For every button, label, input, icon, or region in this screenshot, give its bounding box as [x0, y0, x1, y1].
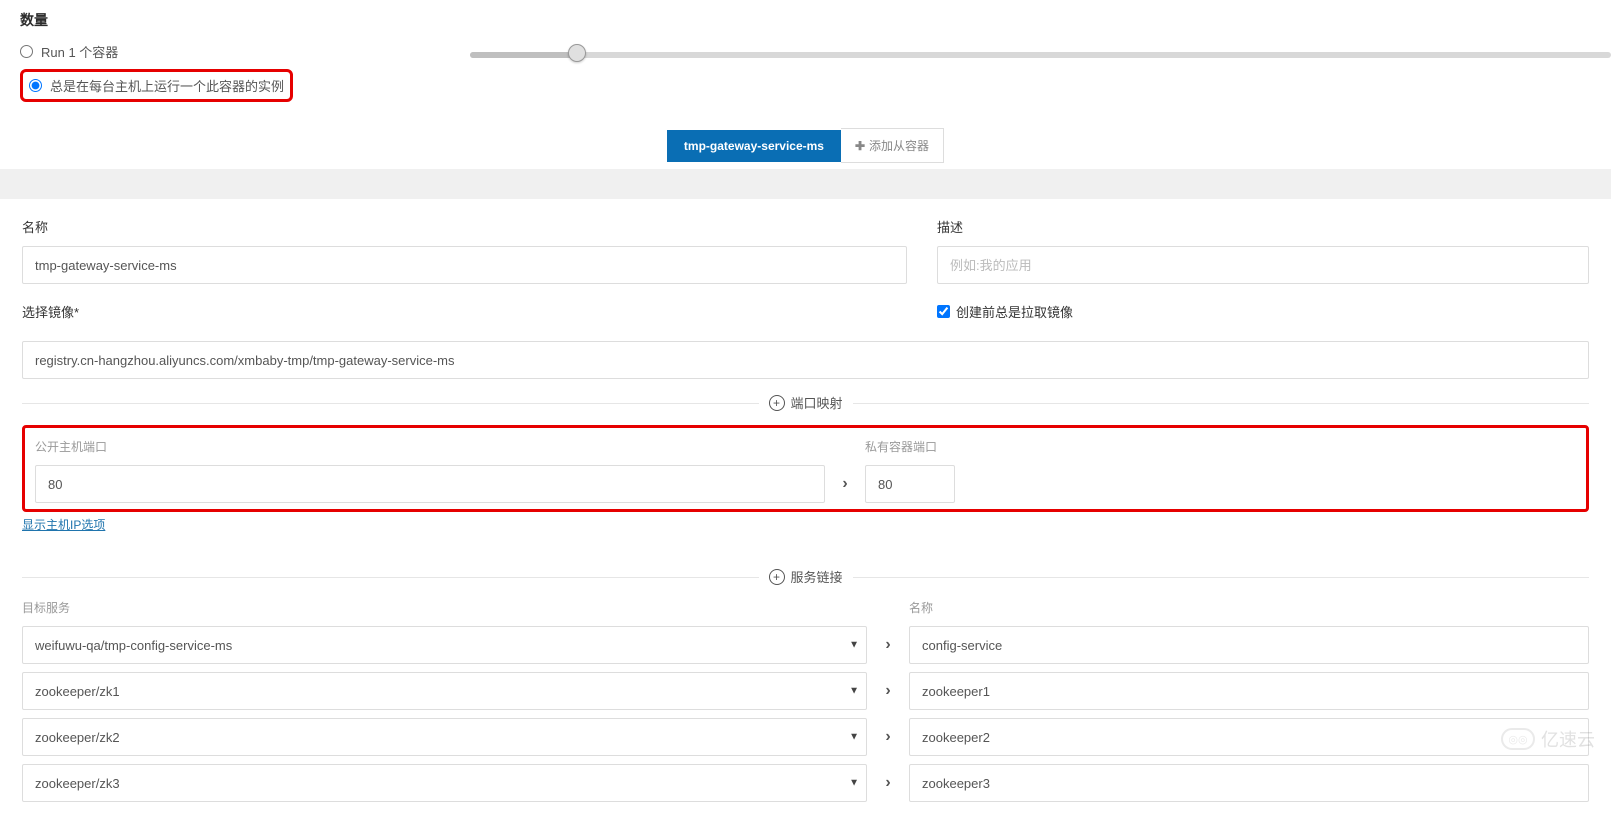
port-mapping-highlight: 公开主机端口 私有容器端口 ›	[22, 425, 1589, 512]
port-mapping-divider: + 端口映射	[22, 393, 1589, 413]
quantity-slider[interactable]	[470, 46, 1611, 66]
chevron-down-icon: ▼	[849, 640, 859, 651]
watermark-logo-icon: ◎◎	[1501, 728, 1535, 750]
service-arrow-icon: ›	[879, 636, 897, 654]
service-arrow-icon: ›	[879, 774, 897, 792]
service-link-divider: + 服务链接	[22, 567, 1589, 587]
target-service-select[interactable]	[22, 672, 867, 710]
section-gap	[0, 169, 1611, 199]
watermark: ◎◎ 亿速云	[1501, 726, 1595, 752]
port-arrow-icon: ›	[835, 475, 855, 493]
service-arrow-icon: ›	[879, 682, 897, 700]
watermark-text: 亿速云	[1541, 726, 1595, 752]
pull-image-checkbox-label: 创建前总是拉取镜像	[956, 302, 1073, 321]
image-input[interactable]	[22, 341, 1589, 379]
chevron-down-icon: ▼	[849, 732, 859, 743]
target-service-select[interactable]	[22, 764, 867, 802]
service-name-input[interactable]	[909, 764, 1589, 802]
service-link-row: ▼›	[22, 718, 1589, 756]
name-input[interactable]	[22, 246, 907, 284]
service-link-add[interactable]: + 服务链接	[758, 567, 852, 586]
slider-thumb[interactable]	[568, 44, 586, 62]
port-mapping-divider-label: 端口映射	[790, 393, 842, 412]
show-host-ip-link[interactable]: 显示主机IP选项	[22, 516, 1589, 533]
quantity-radio-run1[interactable]	[20, 45, 33, 58]
chevron-down-icon: ▼	[849, 778, 859, 789]
slider-filled	[470, 52, 575, 58]
service-link-divider-label: 服务链接	[790, 567, 842, 586]
circle-plus-icon: +	[768, 569, 784, 585]
pull-image-checkbox[interactable]	[937, 305, 950, 318]
tab-active-service[interactable]: tmp-gateway-service-ms	[667, 130, 841, 162]
desc-input[interactable]	[937, 246, 1589, 284]
target-service-select[interactable]	[22, 626, 867, 664]
target-service-label: 目标服务	[22, 599, 867, 616]
slider-track	[470, 52, 1611, 58]
tab-add-label: 添加从容器	[869, 139, 929, 153]
name-label: 名称	[22, 217, 907, 236]
quantity-radio-always[interactable]	[29, 79, 42, 92]
service-name-label: 名称	[909, 599, 1589, 616]
quantity-option-always-row[interactable]: 总是在每台主机上运行一个此容器的实例	[29, 76, 284, 95]
service-link-row: ▼›	[22, 764, 1589, 802]
host-port-label: 公开主机端口	[35, 438, 825, 455]
desc-label: 描述	[937, 217, 1589, 236]
service-link-row: ▼›	[22, 626, 1589, 664]
tab-bar: tmp-gateway-service-ms ✚ 添加从容器	[20, 128, 1591, 163]
tab-add-secondary[interactable]: ✚ 添加从容器	[841, 128, 944, 163]
target-service-select[interactable]	[22, 718, 867, 756]
quantity-option-always-highlight: 总是在每台主机上运行一个此容器的实例	[20, 69, 293, 102]
service-arrow-icon: ›	[879, 728, 897, 746]
quantity-heading: 数量	[20, 10, 1591, 30]
service-name-input[interactable]	[909, 626, 1589, 664]
quantity-label-run1: Run 1 个容器	[41, 42, 118, 61]
circle-plus-icon: +	[768, 395, 784, 411]
host-port-input[interactable]	[35, 465, 825, 503]
chevron-down-icon: ▼	[849, 686, 859, 697]
service-link-row: ▼›	[22, 672, 1589, 710]
quantity-label-always: 总是在每台主机上运行一个此容器的实例	[50, 76, 284, 95]
container-port-input[interactable]	[865, 465, 955, 503]
port-mapping-add[interactable]: + 端口映射	[758, 393, 852, 412]
service-name-input[interactable]	[909, 718, 1589, 756]
plus-icon: ✚	[855, 139, 865, 153]
image-label: 选择镜像*	[22, 302, 907, 321]
pull-image-checkbox-row[interactable]: 创建前总是拉取镜像	[937, 302, 1589, 321]
service-name-input[interactable]	[909, 672, 1589, 710]
container-port-label: 私有容器端口	[865, 438, 955, 455]
